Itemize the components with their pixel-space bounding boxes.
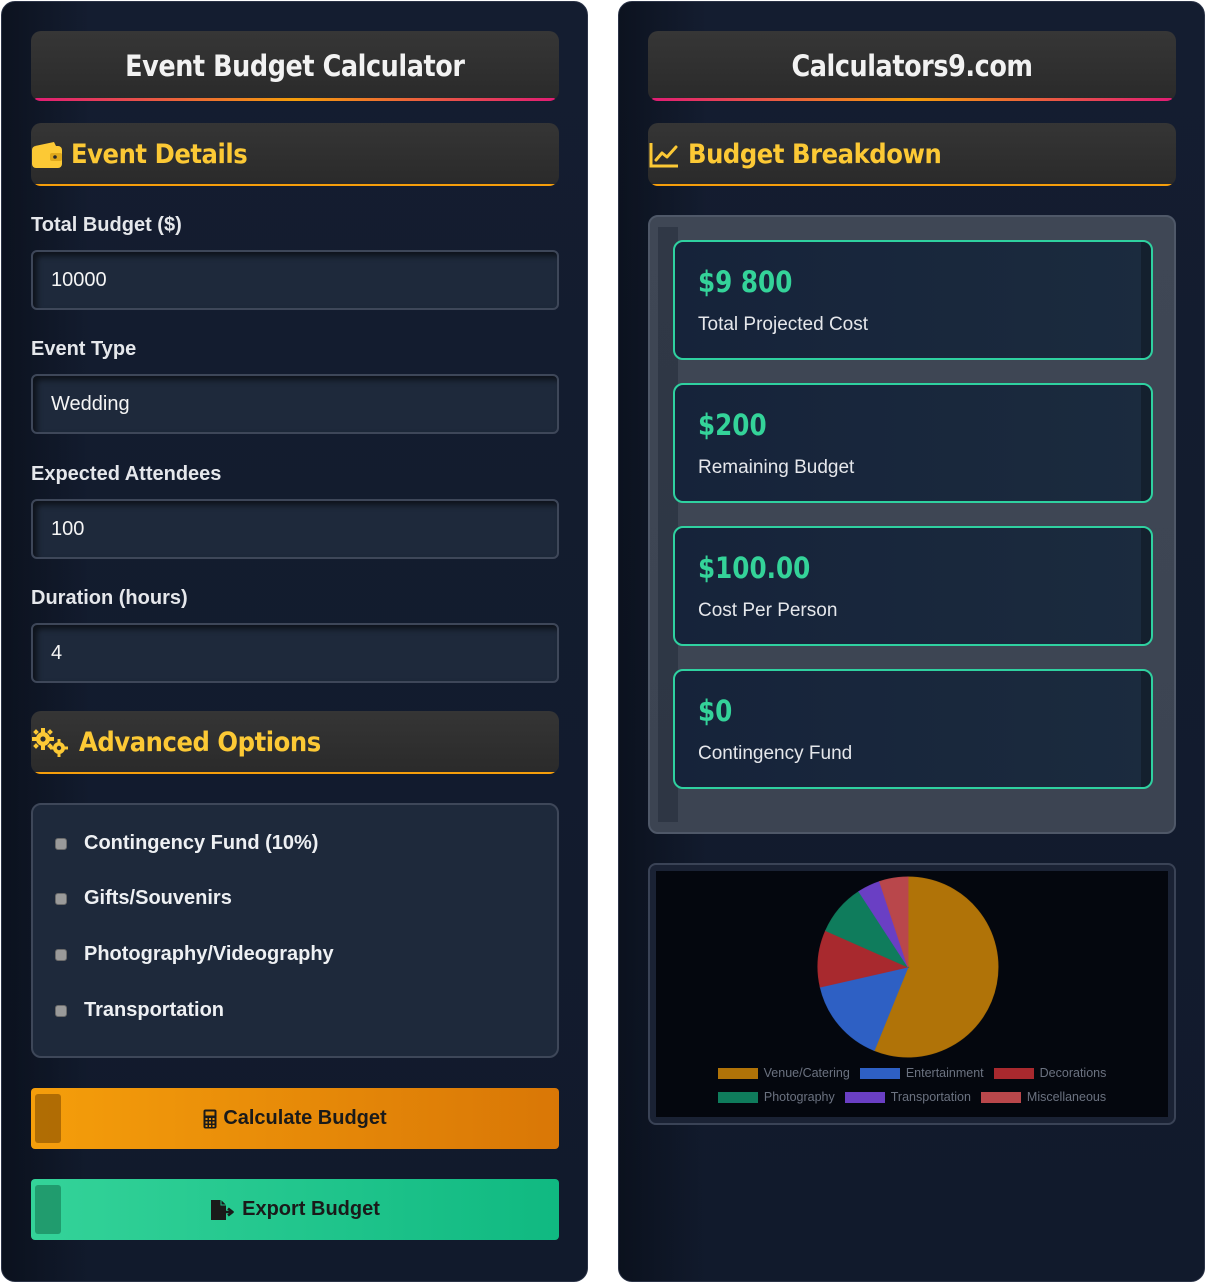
site-title-bar: Calculators9.com bbox=[648, 31, 1176, 101]
total-projected-cost-value: $9 800 bbox=[698, 265, 793, 299]
legend-label: Entertainment bbox=[905, 1066, 984, 1080]
event-type-label: Event Type bbox=[31, 338, 137, 360]
calculator-icon bbox=[203, 1109, 217, 1129]
option-transportation[interactable]: Transportation bbox=[55, 999, 224, 1022]
total-budget-input[interactable]: 10000 bbox=[31, 250, 559, 310]
option-label: Gifts/Souvenirs bbox=[84, 887, 232, 909]
expected-attendees-label: Expected Attendees bbox=[31, 463, 222, 485]
contingency-fund-card: $0 Contingency Fund bbox=[673, 669, 1153, 789]
legend-label: Venue/Catering bbox=[763, 1066, 850, 1080]
contingency-fund-label: Contingency Fund bbox=[698, 743, 853, 764]
total-projected-cost-label: Total Projected Cost bbox=[698, 314, 869, 335]
legend-item[interactable]: Miscellaneous bbox=[980, 1090, 1107, 1104]
export-budget-label: Export Budget bbox=[242, 1198, 380, 1220]
legend-item[interactable]: Entertainment bbox=[859, 1066, 984, 1080]
page-title: Event Budget Calculator bbox=[125, 49, 465, 83]
expected-attendees-input[interactable]: 100 bbox=[31, 499, 559, 559]
remaining-budget-label: Remaining Budget bbox=[698, 457, 855, 478]
file-export-icon bbox=[210, 1199, 236, 1221]
event-details-heading: Event Details bbox=[71, 139, 248, 170]
total-budget-label: Total Budget ($) bbox=[31, 214, 182, 236]
legend-item[interactable]: Decorations bbox=[993, 1066, 1107, 1080]
legend-label: Miscellaneous bbox=[1026, 1090, 1107, 1104]
option-photography[interactable]: Photography/Videography bbox=[55, 943, 334, 966]
calculator-panel: Event Budget Calculator Event Details To… bbox=[1, 1, 588, 1282]
legend-swatch bbox=[844, 1091, 885, 1103]
legend-swatch bbox=[717, 1091, 758, 1103]
event-type-select[interactable]: Wedding bbox=[31, 374, 559, 434]
legend-item[interactable]: Transportation bbox=[844, 1090, 971, 1104]
advanced-options-heading: Advanced Options bbox=[79, 727, 321, 758]
advanced-options-header: Advanced Options bbox=[31, 711, 559, 774]
cost-per-person-card: $100.00 Cost Per Person bbox=[673, 526, 1153, 646]
legend-label: Decorations bbox=[1039, 1066, 1107, 1080]
contingency-checkbox[interactable] bbox=[55, 837, 67, 850]
cost-per-person-value: $100.00 bbox=[698, 551, 811, 585]
option-label: Transportation bbox=[84, 999, 225, 1021]
contingency-fund-value: $0 bbox=[698, 694, 733, 728]
calculator-title-bar: Event Budget Calculator bbox=[31, 31, 559, 101]
legend-swatch bbox=[859, 1067, 900, 1079]
gifts-checkbox[interactable] bbox=[55, 892, 67, 905]
calculate-budget-button[interactable]: Calculate Budget bbox=[31, 1088, 559, 1149]
transportation-checkbox[interactable] bbox=[55, 1004, 67, 1017]
line-chart-icon bbox=[648, 140, 680, 170]
legend-label: Photography bbox=[763, 1090, 835, 1104]
duration-input[interactable]: 4 bbox=[31, 623, 559, 683]
legend-swatch bbox=[993, 1067, 1034, 1079]
advanced-options-list: Contingency Fund (10%) Gifts/Souvenirs P… bbox=[31, 803, 559, 1058]
remaining-budget-value: $200 bbox=[698, 408, 767, 442]
budget-breakdown-header: Budget Breakdown bbox=[648, 123, 1176, 186]
pie-chart-svg bbox=[817, 876, 999, 1058]
total-projected-cost-card: $9 800 Total Projected Cost bbox=[673, 240, 1153, 360]
results-summary: $9 800 Total Projected Cost $200 Remaini… bbox=[648, 215, 1176, 834]
option-label: Contingency Fund (10%) bbox=[84, 832, 319, 854]
cost-per-person-label: Cost Per Person bbox=[698, 600, 838, 621]
calculate-budget-label: Calculate Budget bbox=[223, 1107, 387, 1129]
legend-item[interactable]: Photography bbox=[717, 1090, 835, 1104]
remaining-budget-card: $200 Remaining Budget bbox=[673, 383, 1153, 503]
site-title: Calculators9.com bbox=[791, 49, 1033, 83]
results-panel: Calculators9.com Budget Breakdown $9 800… bbox=[618, 1, 1205, 1282]
export-budget-button[interactable]: Export Budget bbox=[31, 1179, 559, 1240]
event-details-header: Event Details bbox=[31, 123, 559, 186]
option-label: Photography/Videography bbox=[84, 943, 334, 965]
budget-breakdown-heading: Budget Breakdown bbox=[688, 139, 942, 170]
legend-item[interactable]: Venue/Catering bbox=[717, 1066, 850, 1080]
gears-icon bbox=[31, 727, 71, 758]
wallet-icon bbox=[31, 140, 63, 170]
budget-pie-chart: Venue/Catering Entertainment Decorations P… bbox=[648, 863, 1176, 1125]
duration-label: Duration (hours) bbox=[31, 587, 188, 609]
option-gifts[interactable]: Gifts/Souvenirs bbox=[55, 887, 232, 910]
photography-checkbox[interactable] bbox=[55, 948, 67, 961]
legend-swatch bbox=[980, 1091, 1021, 1103]
option-contingency[interactable]: Contingency Fund (10%) bbox=[55, 832, 318, 855]
legend-label: Transportation bbox=[890, 1090, 971, 1104]
legend-swatch bbox=[717, 1067, 758, 1079]
